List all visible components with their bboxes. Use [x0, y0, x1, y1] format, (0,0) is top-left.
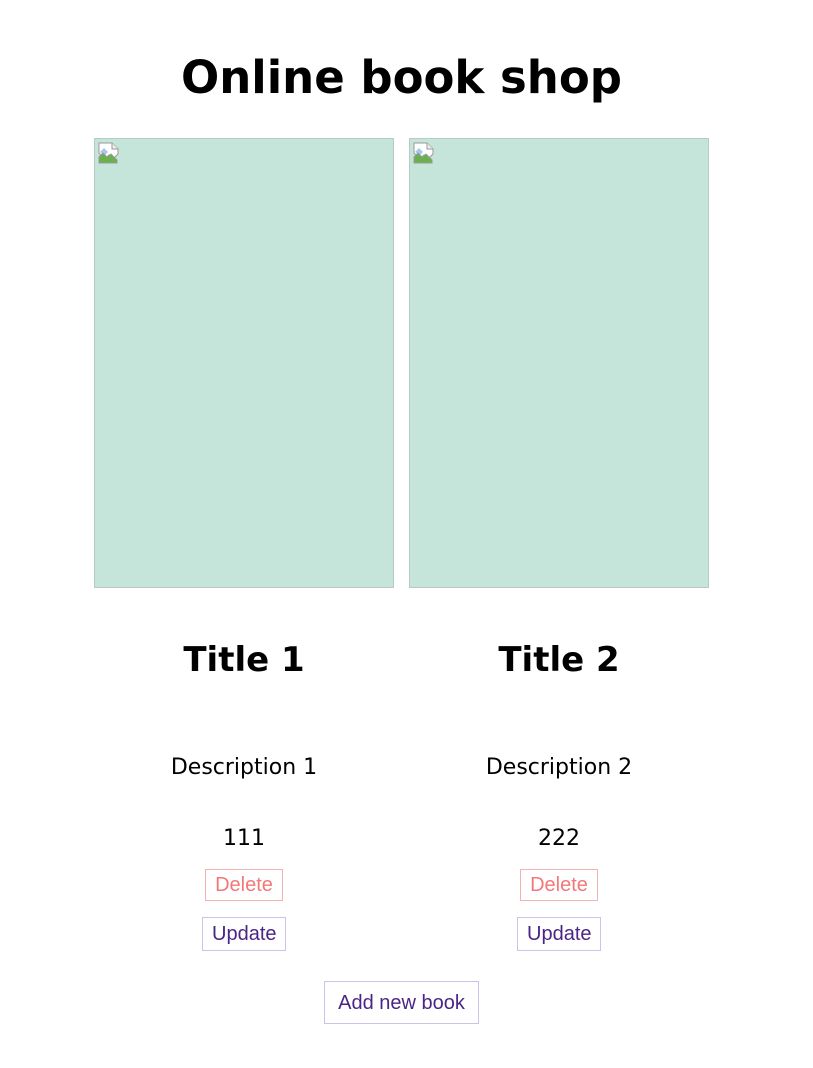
book-price: 222 — [538, 826, 580, 851]
page: Online book shop Title 1 Description 1 1… — [0, 0, 813, 1068]
book-cover-image — [94, 138, 394, 588]
add-new-book-button[interactable]: Add new book — [324, 981, 479, 1024]
delete-button[interactable]: Delete — [520, 869, 598, 901]
book-description: Description 1 — [170, 755, 318, 780]
book-cover-image — [409, 138, 709, 588]
update-button[interactable]: Update — [517, 917, 601, 951]
broken-image-icon — [413, 142, 434, 164]
broken-image-icon — [98, 142, 119, 164]
page-title: Online book shop — [181, 51, 622, 104]
book-price: 111 — [223, 826, 265, 851]
book-card: Title 2 Description 2 222 Delete Update — [409, 138, 709, 951]
book-title: Title 1 — [183, 640, 305, 680]
delete-button[interactable]: Delete — [205, 869, 283, 901]
book-description: Description 2 — [485, 755, 633, 780]
update-button[interactable]: Update — [202, 917, 286, 951]
book-card: Title 1 Description 1 111 Delete Update — [94, 138, 394, 951]
book-title: Title 2 — [498, 640, 620, 680]
